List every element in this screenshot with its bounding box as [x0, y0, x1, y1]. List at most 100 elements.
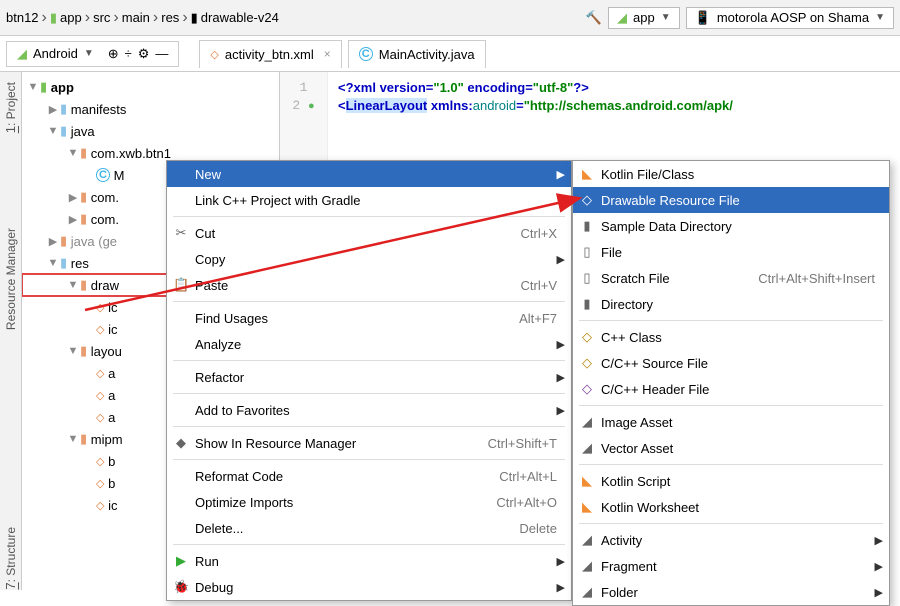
gear-icon[interactable]: ⚙: [138, 46, 150, 62]
separator: [579, 523, 883, 524]
menu-item-cut[interactable]: ✂CutCtrl+X: [167, 220, 571, 246]
tool-window-structure[interactable]: 7: Structure: [3, 527, 18, 590]
submenu-item-file[interactable]: ▯File: [573, 239, 889, 265]
tree-javagen[interactable]: java (ge: [71, 234, 117, 249]
tree-drawable[interactable]: draw: [91, 278, 119, 293]
tree-pkg[interactable]: com.xwb.btn1: [91, 146, 171, 161]
menu-item-run[interactable]: ▶Run▶: [167, 548, 571, 574]
breadcrumbs[interactable]: btn12› ▮ app› src› main› res› ▮ drawable…: [6, 9, 586, 27]
crumb[interactable]: main: [122, 10, 150, 25]
run-icon: ▶: [173, 553, 189, 569]
submenu-item-folder[interactable]: ◢Folder▶: [573, 579, 889, 605]
chevron-right-icon: ›: [85, 9, 90, 27]
tree-file[interactable]: M: [114, 168, 125, 183]
tree-manifests[interactable]: manifests: [71, 102, 127, 117]
folder-icon: ▮: [80, 431, 87, 447]
debug-icon: 🐞: [173, 579, 189, 595]
editor-tab-activity-btn[interactable]: ◇ activity_btn.xml ×: [199, 40, 341, 68]
tool-window-project[interactable]: 1: Project: [3, 82, 18, 133]
submenu-item-kotlin[interactable]: ◣Kotlin File/Class: [573, 161, 889, 187]
menu-item-delete[interactable]: Delete...Delete: [167, 515, 571, 541]
tree-file[interactable]: a: [108, 410, 115, 425]
new-submenu: ◣Kotlin File/Class ◇Drawable Resource Fi…: [572, 160, 890, 606]
tree-file[interactable]: ic: [108, 498, 117, 513]
cut-icon: ✂: [173, 225, 189, 241]
tree-file[interactable]: a: [108, 366, 115, 381]
submenu-item-drawable-resource[interactable]: ◇Drawable Resource File: [573, 187, 889, 213]
crumb[interactable]: btn12: [6, 10, 39, 25]
tree-file[interactable]: b: [108, 476, 115, 491]
tree-file[interactable]: a: [108, 388, 115, 403]
folder-icon: ▮: [60, 255, 67, 271]
run-config-combobox[interactable]: ◢ app ▼: [608, 7, 680, 29]
menu-item-find-usages[interactable]: Find UsagesAlt+F7: [167, 305, 571, 331]
submenu-item-kotlin-script[interactable]: ◣Kotlin Script: [573, 468, 889, 494]
tree-layout[interactable]: layou: [91, 344, 122, 359]
hammer-icon[interactable]: 🔨: [586, 10, 602, 26]
android-icon: ◢: [579, 440, 595, 456]
tree-java[interactable]: java: [71, 124, 95, 139]
crumb[interactable]: res: [161, 10, 179, 25]
navigation-bar: btn12› ▮ app› src› main› res› ▮ drawable…: [0, 0, 900, 36]
tree-file[interactable]: ic: [108, 322, 117, 337]
project-view-dropdown[interactable]: ◢ Android ▼ ⊕ ÷ ⚙ —: [6, 41, 179, 67]
menu-item-copy[interactable]: Copy▶: [167, 246, 571, 272]
submenu-item-kotlin-worksheet[interactable]: ◣Kotlin Worksheet: [573, 494, 889, 520]
menu-item-resource-manager[interactable]: ◆Show In Resource ManagerCtrl+Shift+T: [167, 430, 571, 456]
menu-item-refactor[interactable]: Refactor▶: [167, 364, 571, 390]
package-icon: ▮: [80, 211, 87, 227]
submenu-item-scratch[interactable]: ▯Scratch FileCtrl+Alt+Shift+Insert: [573, 265, 889, 291]
separator: [173, 216, 565, 217]
chevron-right-icon: ›: [182, 9, 187, 27]
menu-item-reformat[interactable]: Reformat CodeCtrl+Alt+L: [167, 463, 571, 489]
tree-res[interactable]: res: [71, 256, 89, 271]
editor-tab-mainactivity[interactable]: C MainActivity.java: [348, 40, 486, 68]
submenu-item-cpp-source[interactable]: ◇C/C++ Source File: [573, 350, 889, 376]
submenu-item-cpp-class[interactable]: ◇C++ Class: [573, 324, 889, 350]
separator: [579, 464, 883, 465]
crumb[interactable]: app: [60, 10, 82, 25]
hide-icon[interactable]: —: [155, 46, 168, 61]
left-tool-stripe: 1: Project Resource Manager 7: Structure: [0, 72, 22, 590]
menu-item-paste[interactable]: 📋PasteCtrl+V: [167, 272, 571, 298]
separator: [173, 360, 565, 361]
menu-item-debug[interactable]: 🐞Debug▶: [167, 574, 571, 600]
menu-item-new[interactable]: New▶: [167, 161, 571, 187]
tree-file[interactable]: ic: [108, 300, 117, 315]
menu-item-favorites[interactable]: Add to Favorites▶: [167, 397, 571, 423]
tree-pkg[interactable]: com.: [91, 212, 119, 227]
menu-item-analyze[interactable]: Analyze▶: [167, 331, 571, 357]
close-icon[interactable]: ×: [324, 47, 331, 61]
crumb[interactable]: drawable-v24: [201, 10, 279, 25]
collapse-icon[interactable]: ÷: [125, 46, 132, 61]
submenu-item-image-asset[interactable]: ◢Image Asset: [573, 409, 889, 435]
run-toolbar: 🔨 ◢ app ▼ 📱 motorola AOSP on Shama ▼: [586, 7, 894, 29]
submenu-item-vector-asset[interactable]: ◢Vector Asset: [573, 435, 889, 461]
crumb[interactable]: src: [93, 10, 110, 25]
folder-icon: ▮: [80, 277, 87, 293]
tree-file[interactable]: b: [108, 454, 115, 469]
submenu-item-sample-data[interactable]: ▮Sample Data Directory: [573, 213, 889, 239]
submenu-item-directory[interactable]: ▮Directory: [573, 291, 889, 317]
tree-app[interactable]: app: [51, 80, 74, 95]
separator: [579, 320, 883, 321]
chevron-right-icon: ▶: [875, 586, 883, 599]
xml-file-icon: ◇: [96, 301, 104, 314]
android-icon: ◢: [579, 414, 595, 430]
menu-item-link-cpp[interactable]: Link C++ Project with Gradle: [167, 187, 571, 213]
code-area[interactable]: <?xml version="1.0" encoding="utf-8"?> <…: [338, 80, 733, 116]
submenu-item-fragment[interactable]: ◢Fragment▶: [573, 553, 889, 579]
run-config-label: app: [633, 10, 655, 25]
device-combobox[interactable]: 📱 motorola AOSP on Shama ▼: [686, 7, 894, 29]
submenu-item-activity[interactable]: ◢Activity▶: [573, 527, 889, 553]
menu-item-optimize-imports[interactable]: Optimize ImportsCtrl+Alt+O: [167, 489, 571, 515]
tree-mipmap[interactable]: mipm: [91, 432, 123, 447]
tool-window-resource-manager[interactable]: Resource Manager: [4, 228, 18, 330]
xml-file-icon: ◇: [96, 389, 104, 402]
tree-pkg[interactable]: com.: [91, 190, 119, 205]
target-icon[interactable]: ⊕: [108, 46, 119, 62]
chevron-down-icon: ▼: [875, 12, 885, 23]
submenu-item-cpp-header[interactable]: ◇C/C++ Header File: [573, 376, 889, 402]
module-icon: ▮: [50, 10, 57, 26]
file-icon: ▯: [579, 244, 595, 260]
